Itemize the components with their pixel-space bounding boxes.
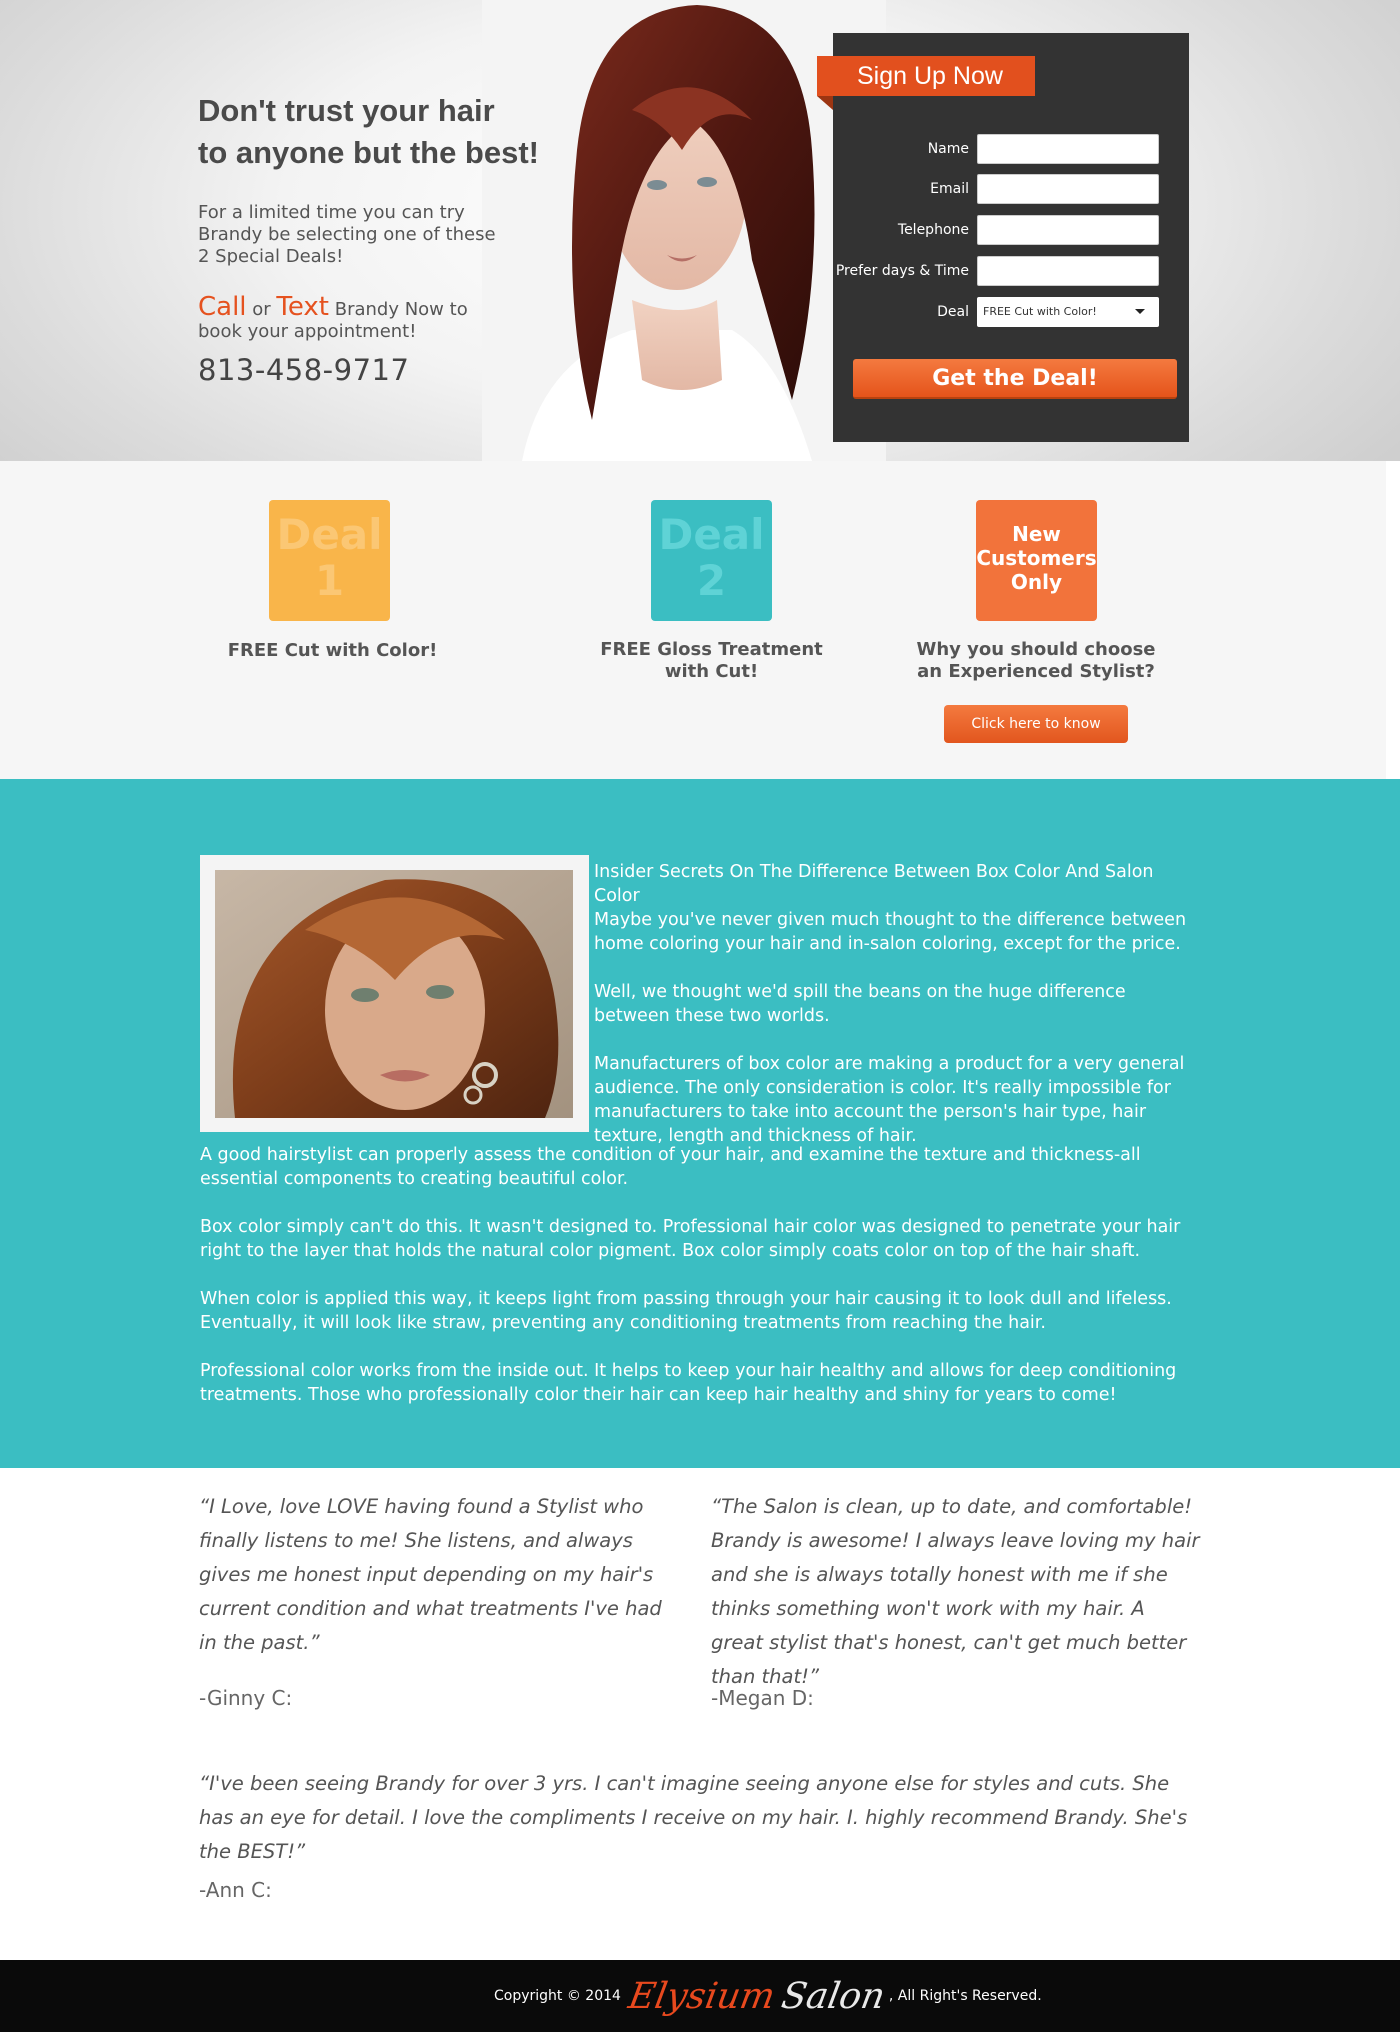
form-row-telephone: Telephone	[833, 215, 1189, 245]
telephone-field[interactable]	[977, 215, 1159, 245]
ribbon-fold	[817, 96, 833, 110]
article-heading: Insider Secrets On The Difference Betwee…	[594, 862, 1154, 906]
hero-title: Don't trust your hair to anyone but the …	[198, 90, 598, 174]
hero-title-line2: to anyone but the best!	[198, 135, 539, 170]
deal-2-badge-line2: 2	[696, 556, 727, 605]
experienced-caption-line1: Why you should choose	[916, 639, 1156, 660]
logo-word-salon: Salon	[778, 1975, 889, 2017]
hero-copy: Don't trust your hair to anyone but the …	[198, 90, 598, 387]
deal-label: Deal	[937, 304, 969, 320]
deal-select[interactable]: FREE Cut with Color!	[977, 297, 1159, 327]
hero-cta: Call or Text Brandy Now to book your app…	[198, 294, 508, 343]
hero-phone[interactable]: 813-458-9717	[198, 353, 598, 387]
article-p6: When color is applied this way, it keeps…	[200, 1289, 1172, 1333]
deal-2-caption-line2: with Cut!	[664, 661, 759, 682]
cta-call-word: Call	[198, 292, 247, 322]
hero-section: Don't trust your hair to anyone but the …	[0, 0, 1400, 461]
testimonial-2-quote: “The Salon is clean, up to date, and com…	[711, 1495, 1200, 1688]
testimonial-3-quote: “I've been seeing Brandy for over 3 yrs.…	[199, 1772, 1188, 1863]
experienced-caption-line2: an Experienced Stylist?	[917, 661, 1155, 682]
testimonial-2-author: -Megan D:	[711, 1686, 814, 1710]
name-label: Name	[927, 141, 969, 157]
deal-2-caption-line1: FREE Gloss Treatment	[600, 639, 823, 660]
article-p7: Professional color works from the inside…	[200, 1361, 1177, 1405]
deal-1-badge[interactable]: Deal 1	[269, 500, 390, 621]
form-row-prefer-time: Prefer days & Time	[833, 256, 1189, 286]
deal-1-badge-line2: 1	[314, 556, 345, 605]
article-bottom-text: A good hairstylist can properly assess t…	[200, 1143, 1200, 1431]
deal-2-caption: FREE Gloss Treatment with Cut!	[580, 639, 843, 683]
email-field[interactable]	[977, 174, 1159, 204]
new-customers-line3: Only	[1010, 570, 1063, 594]
form-row-email: Email	[833, 174, 1189, 204]
form-row-deal: Deal FREE Cut with Color!	[833, 297, 1189, 327]
article-p3: Manufacturers of box color are making a …	[594, 1054, 1185, 1146]
signup-title: Sign Up Now	[817, 56, 1035, 96]
deal-2-badge-line1: Deal	[658, 510, 765, 559]
deal-1-badge-line1: Deal	[276, 510, 383, 559]
article-p1: Maybe you've never given much thought to…	[594, 910, 1187, 954]
deal-select-value: FREE Cut with Color!	[983, 305, 1097, 318]
email-label: Email	[930, 181, 969, 197]
cta-or: or	[246, 299, 277, 320]
telephone-label: Telephone	[897, 222, 969, 238]
cta-text-word: Text	[276, 292, 329, 322]
article-top-text: Insider Secrets On The Difference Betwee…	[594, 860, 1204, 1172]
article-p4: A good hairstylist can properly assess t…	[200, 1145, 1141, 1189]
hero-intro: For a limited time you can try Brandy be…	[198, 202, 496, 267]
footer-line: Copyright © 2014 Elysium Salon , All Rig…	[494, 1960, 1042, 2032]
testimonial-1-author: -Ginny C:	[199, 1686, 293, 1710]
article-p2: Well, we thought we'd spill the beans on…	[594, 982, 1126, 1026]
form-row-name: Name	[833, 134, 1189, 164]
get-deal-button[interactable]: Get the Deal!	[853, 359, 1177, 399]
testimonial-3-author: -Ann C:	[199, 1878, 272, 1902]
logo-word-elysium: Elysium	[625, 1975, 779, 2017]
deal-2-badge[interactable]: Deal 2	[651, 500, 772, 621]
deal-1-caption: FREE Cut with Color!	[227, 640, 438, 661]
new-customers-line2: Customers	[976, 546, 1097, 570]
footer: Copyright © 2014 Elysium Salon , All Rig…	[0, 1960, 1400, 2032]
prefer-time-field[interactable]	[977, 256, 1159, 286]
experienced-stylist-caption: Why you should choose an Experienced Sty…	[895, 639, 1177, 683]
footer-rights: , All Right's Reserved.	[888, 1988, 1042, 2004]
article-photo	[215, 870, 573, 1118]
new-customers-line1: New	[1012, 522, 1061, 546]
hero-title-line1: Don't trust your hair	[198, 93, 495, 128]
testimonial-1-quote: “I Love, love LOVE having found a Stylis…	[199, 1495, 662, 1654]
click-here-to-know-button[interactable]: Click here to know	[944, 705, 1128, 743]
chevron-down-icon	[1135, 309, 1145, 314]
name-field[interactable]	[977, 134, 1159, 164]
new-customers-badge: New Customers Only	[976, 500, 1097, 621]
prefer-time-label: Prefer days & Time	[835, 263, 969, 279]
footer-copyright: Copyright © 2014	[494, 1988, 621, 2004]
article-p5: Box color simply can't do this. It wasn'…	[200, 1217, 1181, 1261]
